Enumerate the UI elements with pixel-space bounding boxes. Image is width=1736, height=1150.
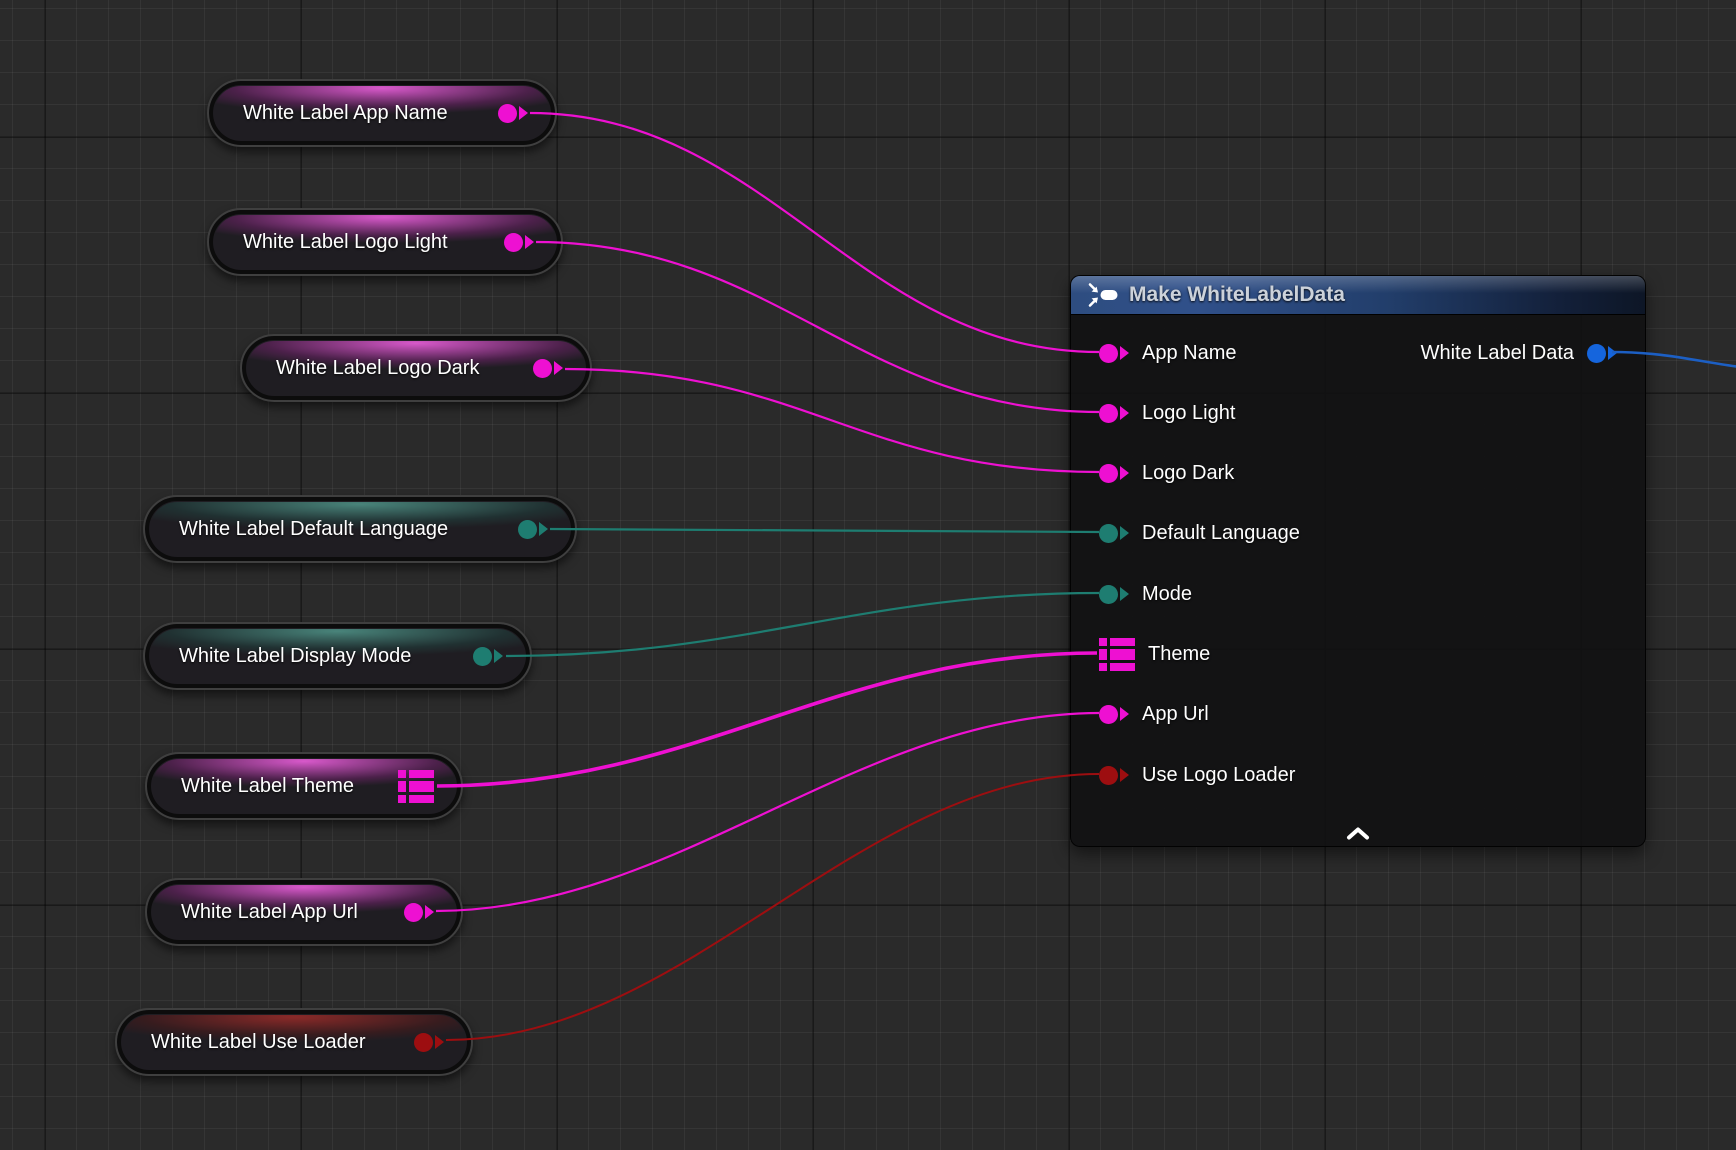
- input-pin-enum[interactable]: [1099, 585, 1129, 604]
- var-node-label: White Label Logo Dark: [276, 357, 479, 380]
- var-node-white-label-app-name[interactable]: White Label App Name: [207, 79, 557, 147]
- var-node-white-label-logo-light[interactable]: White Label Logo Light: [207, 208, 563, 276]
- blueprint-graph-canvas[interactable]: White Label App Name White Label Logo Li…: [0, 0, 1736, 1150]
- output-pin-enum[interactable]: [518, 520, 548, 539]
- input-row-app-url: App Url: [1099, 684, 1209, 744]
- output-pin-data[interactable]: [1587, 344, 1617, 363]
- wire-theme[interactable]: [437, 653, 1097, 786]
- var-node-label: White Label Use Loader: [151, 1031, 366, 1054]
- pin-label: Mode: [1142, 583, 1192, 606]
- wire-app-name[interactable]: [530, 113, 1099, 352]
- input-row-logo-dark: Logo Dark: [1099, 443, 1234, 503]
- pin-label: App Url: [1142, 703, 1209, 726]
- var-node-white-label-theme[interactable]: White Label Theme: [145, 752, 463, 820]
- var-node-label: White Label Display Mode: [179, 645, 411, 668]
- var-node-label: White Label Theme: [181, 775, 354, 798]
- var-node-white-label-use-loader[interactable]: White Label Use Loader: [115, 1008, 473, 1076]
- node-header[interactable]: Make WhiteLabelData: [1071, 276, 1645, 315]
- output-pin-string[interactable]: [498, 104, 528, 123]
- input-pin-string[interactable]: [1099, 404, 1129, 423]
- var-node-white-label-default-language[interactable]: White Label Default Language: [143, 495, 577, 563]
- collapse-node-button[interactable]: [1346, 827, 1370, 840]
- input-row-logo-light: Logo Light: [1099, 383, 1235, 443]
- wire-app-url[interactable]: [436, 713, 1099, 911]
- pin-label: Theme: [1148, 643, 1210, 666]
- wire-use-loader[interactable]: [446, 774, 1099, 1040]
- pin-label: Default Language: [1142, 522, 1300, 545]
- pin-label: White Label Data: [1421, 342, 1574, 365]
- input-pin-string[interactable]: [1099, 344, 1129, 363]
- var-node-white-label-display-mode[interactable]: White Label Display Mode: [143, 622, 532, 690]
- wire-mode[interactable]: [506, 593, 1099, 656]
- input-pin-struct-icon[interactable]: [1099, 638, 1135, 671]
- input-row-app-name: App Name: [1099, 323, 1237, 383]
- output-pin-enum[interactable]: [473, 647, 503, 666]
- output-row-white-label-data: White Label Data: [1421, 323, 1617, 383]
- input-pin-enum[interactable]: [1099, 524, 1129, 543]
- var-node-label: White Label Logo Light: [243, 231, 448, 254]
- var-node-white-label-app-url[interactable]: White Label App Url: [145, 878, 463, 946]
- pin-label: Logo Light: [1142, 402, 1235, 425]
- make-whitelabeldata-node[interactable]: Make WhiteLabelData App Name Logo Light …: [1070, 275, 1646, 847]
- node-title: Make WhiteLabelData: [1129, 283, 1345, 307]
- input-row-mode: Mode: [1099, 564, 1192, 624]
- wire-logo-light[interactable]: [536, 242, 1099, 412]
- output-pin-struct-icon[interactable]: [398, 770, 434, 803]
- input-pin-string[interactable]: [1099, 705, 1129, 724]
- var-node-label: White Label App Url: [181, 901, 358, 924]
- pin-label: App Name: [1142, 342, 1237, 365]
- input-pin-string[interactable]: [1099, 464, 1129, 483]
- input-row-default-language: Default Language: [1099, 503, 1300, 563]
- output-pin-bool[interactable]: [414, 1033, 444, 1052]
- output-pin-string[interactable]: [533, 359, 563, 378]
- output-pin-string[interactable]: [404, 903, 434, 922]
- input-row-theme: Theme: [1099, 624, 1210, 684]
- var-node-white-label-logo-dark[interactable]: White Label Logo Dark: [240, 334, 592, 402]
- pin-label: Use Logo Loader: [1142, 764, 1295, 787]
- var-node-label: White Label Default Language: [179, 518, 448, 541]
- pin-label: Logo Dark: [1142, 462, 1234, 485]
- output-pin-string[interactable]: [504, 233, 534, 252]
- var-node-label: White Label App Name: [243, 102, 448, 125]
- make-struct-icon: [1087, 282, 1119, 308]
- wire-default-language[interactable]: [550, 529, 1099, 532]
- input-row-use-logo-loader: Use Logo Loader: [1099, 745, 1295, 805]
- wire-logo-dark[interactable]: [565, 369, 1099, 472]
- chevron-up-icon: [1349, 830, 1367, 838]
- input-pin-bool[interactable]: [1099, 766, 1129, 785]
